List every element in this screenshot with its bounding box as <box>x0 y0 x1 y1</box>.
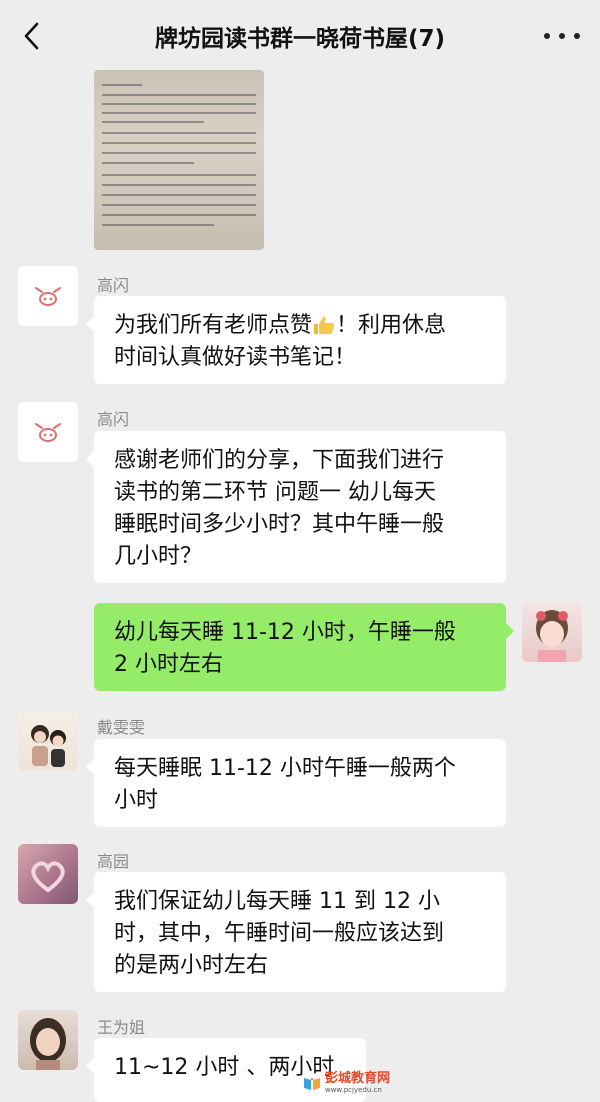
message-bubble[interactable]: 每天睡眠 11-12 小时午睡一般两个 小时 <box>86 739 506 827</box>
girl-photo-avatar-icon <box>30 1018 66 1070</box>
shared-photo-notes[interactable] <box>94 70 264 250</box>
sender-name: 高闪 <box>97 276 130 295</box>
heart-hands-icon <box>31 861 65 893</box>
chevron-left-icon <box>24 22 39 50</box>
book-logo-icon <box>303 1077 320 1090</box>
message-bubble-self[interactable]: 幼儿每天睡 11-12 小时，午睡一般 2 小时左右 <box>94 603 514 691</box>
avatar-daiwenwen[interactable] <box>18 710 78 770</box>
thumbs-up-icon <box>314 316 335 334</box>
girl-avatar-icon <box>536 610 568 662</box>
avatar-gaoshan[interactable] <box>18 266 78 326</box>
message-bubble[interactable]: 我们保证幼儿每天睡 11 到 12 小 时，其中，午睡时间一般应该达到 的是两小… <box>86 872 506 992</box>
site-url: www.pcjyedu.cn <box>324 1086 382 1094</box>
avatar-wangweijie[interactable] <box>18 1010 78 1070</box>
back-button[interactable] <box>16 20 48 52</box>
message-bubble[interactable]: 为我们所有老师点赞 ！利用休息 时间认真做好读书笔记！ <box>86 296 506 384</box>
more-button[interactable] <box>544 24 580 48</box>
sender-name: 戴雯雯 <box>97 718 146 737</box>
more-dots-icon <box>544 33 550 39</box>
chat-header: 牌坊园读书群一晓荷书屋(7) <box>0 0 600 72</box>
avatar-gaoyuan[interactable] <box>18 844 78 904</box>
sender-name: 高园 <box>97 852 130 871</box>
chat-title: 牌坊园读书群一晓荷书屋(7) <box>154 26 446 52</box>
message-bubble[interactable]: 感谢老师们的分享，下面我们进行 读书的第二环节 问题一 幼儿每天 睡眠时间多少小… <box>86 431 506 583</box>
site-watermark: 彭城教育网 www.pcjyedu.cn <box>303 1072 390 1094</box>
pig-face-icon <box>35 287 61 306</box>
pig-face-icon <box>35 423 61 442</box>
sender-name: 高闪 <box>97 410 130 429</box>
couple-avatar-icon <box>31 725 66 767</box>
site-name: 彭城教育网 <box>324 1071 390 1086</box>
sender-name: 王为姐 <box>97 1018 146 1037</box>
avatar-gaoshan[interactable] <box>18 402 78 462</box>
avatar-self[interactable] <box>522 602 582 662</box>
